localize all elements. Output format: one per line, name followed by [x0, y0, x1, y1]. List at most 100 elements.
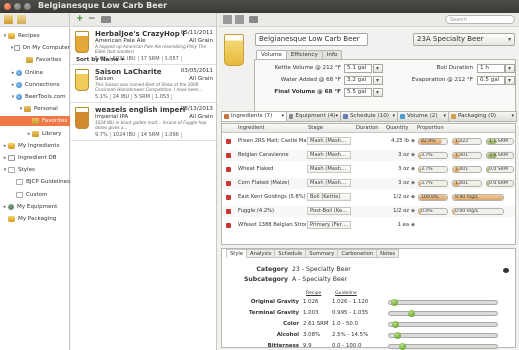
sidebar-item-connections[interactable]: ▸ Connections	[0, 80, 70, 90]
close-window-button[interactable]	[4, 3, 11, 10]
tab-schedule[interactable]: Schedule	[274, 249, 307, 258]
stage-select[interactable]: Post-Boil (Ke…	[307, 207, 351, 215]
sidebar-item-online[interactable]: ▸ Online	[0, 68, 70, 78]
sidebar-item-library[interactable]: ▸ Library	[0, 129, 70, 139]
quantity-stepper-icon[interactable]: ◆	[411, 152, 416, 158]
sidebar-item-favorites[interactable]: Favorites	[0, 116, 70, 127]
evaporation-unit-select[interactable]	[505, 76, 515, 85]
minimize-window-button[interactable]	[14, 3, 21, 10]
tab-summary[interactable]: Summary	[305, 249, 339, 258]
kettle-unit-select[interactable]	[373, 64, 383, 73]
remove-ingredient-icon[interactable]	[226, 167, 231, 172]
remove-ingredient-icon[interactable]	[226, 181, 231, 186]
tab-schedule[interactable]: Schedule (10) ▾	[340, 111, 398, 122]
sidebar-item-my-equipment[interactable]: ▸ My Equipment	[0, 202, 70, 212]
kettle-volume-input[interactable]: 5.1 gal	[344, 64, 372, 73]
tab-info[interactable]: Info	[321, 50, 343, 59]
dropdown-arrow-icon[interactable]: ▾	[281, 112, 284, 121]
ingredient-quantity[interactable]: 3 oz	[381, 180, 409, 186]
ingredient-quantity[interactable]: 1/2 oz	[381, 208, 409, 214]
recipe-list-item[interactable]: Saison LaCharite 03/05/2011 Saison All G…	[71, 65, 217, 103]
quantity-stepper-icon[interactable]: ◆	[411, 180, 416, 186]
sidebar-item-ingredient-db[interactable]: ▸ Ingredient DB	[0, 153, 70, 163]
tab-efficiency[interactable]: Efficiency	[285, 50, 323, 59]
remove-ingredient-icon[interactable]	[226, 153, 231, 158]
sidebar-item-my-ingredients[interactable]: ▸ My Ingredients	[0, 141, 70, 151]
table-row[interactable]: Belgian Caravienne Mash (Mash… 3 oz ◆ 3.7…	[222, 150, 515, 161]
remove-ingredient-icon[interactable]	[226, 223, 231, 228]
water-unit-select[interactable]	[373, 76, 383, 85]
dropdown-arrow-icon[interactable]: ▾	[511, 112, 514, 121]
dropdown-arrow-icon[interactable]: ▾	[392, 112, 395, 121]
add-recipe-icon[interactable]: +	[76, 15, 85, 24]
remove-ingredient-icon[interactable]	[226, 139, 231, 144]
sidebar-item-personal[interactable]: ▾ Personal	[0, 104, 70, 114]
evaporation-input[interactable]: 0.5 gal	[477, 76, 505, 85]
remove-recipe-icon[interactable]: −	[88, 15, 97, 24]
ingredient-quantity[interactable]: 3 oz	[381, 152, 409, 158]
recipe-list-item[interactable]: weasels english imperial… 08/13/2013 Imp…	[71, 103, 217, 141]
sidebar-item-styles[interactable]: ▾ Styles	[0, 165, 70, 175]
tab-notes[interactable]: Notes	[376, 249, 400, 258]
dropdown-arrow-icon[interactable]: ▾	[443, 112, 446, 121]
tab-carbonation[interactable]: Carbonation	[337, 249, 378, 258]
ingredient-quantity[interactable]: 4.25 lb	[381, 138, 409, 144]
dropdown-arrow-icon[interactable]: ▾	[335, 112, 338, 121]
sidebar-item-recipes[interactable]: ▾ Recipes	[0, 31, 70, 41]
table-row[interactable]: WYeast 1388 Belgian Stron… Primary (Fer……	[222, 220, 515, 231]
recipe-name-field[interactable]: Belgianesque Low Carb Beer	[255, 33, 368, 46]
style-select[interactable]: 23A Specialty Beer	[413, 33, 515, 46]
stage-select[interactable]: Mash (Mash…	[307, 165, 351, 173]
save-icon[interactable]	[223, 15, 232, 24]
print-recipe-icon[interactable]	[249, 16, 258, 23]
open-folder-icon[interactable]	[17, 15, 26, 24]
ingredient-quantity[interactable]: 1 ea	[381, 222, 409, 228]
tab-equipment[interactable]: Equipment (4) ▾	[286, 111, 341, 122]
quantity-stepper-icon[interactable]: ◆	[411, 138, 416, 144]
table-row[interactable]: Corn Flaked (Maize) Mash (Mash… 3 oz ◆ 3.…	[222, 178, 515, 189]
stage-select[interactable]: Mash (Mash…	[307, 179, 351, 187]
ingredient-quantity[interactable]: 3 oz	[381, 166, 409, 172]
table-row[interactable]: East Kent Goldings (5.8%) Boil (Kettle) …	[222, 192, 515, 203]
table-row[interactable]: Pilsen 2RS Malt; Castle Malt… Mash (Mash…	[222, 136, 515, 147]
sidebar-item-custom[interactable]: Custom	[0, 190, 70, 200]
boil-unit-select[interactable]	[505, 64, 515, 73]
col-duration[interactable]: Duration	[356, 125, 379, 131]
tab-packaging[interactable]: Packaging (0) ▾	[448, 111, 517, 122]
remove-ingredient-icon[interactable]	[226, 195, 231, 200]
stage-select[interactable]: Mash (Mash…	[307, 137, 351, 145]
save-as-icon[interactable]	[235, 15, 244, 24]
table-row[interactable]: Fuggle (4.2%) Post-Boil (Ke… 1/2 oz ◆ 0.0…	[222, 206, 515, 217]
sidebar-item-bjcp-guidelines[interactable]: BJCP Guidelines	[0, 177, 70, 187]
col-proportion[interactable]: Proportion	[417, 125, 444, 131]
ingredient-quantity[interactable]: 1/2 oz	[381, 194, 409, 200]
remove-ingredient-icon[interactable]	[226, 209, 231, 214]
tab-volume[interactable]: Volume (2) ▾	[397, 111, 449, 122]
sidebar-item-my-packaging[interactable]: My Packaging	[0, 214, 70, 224]
stage-select[interactable]: Boil (Kettle)	[307, 193, 351, 201]
search-input[interactable]: Search	[445, 15, 515, 24]
quantity-stepper-icon[interactable]: ◆	[411, 166, 416, 172]
eye-icon[interactable]	[503, 268, 509, 273]
col-quantity[interactable]: Quantity	[386, 125, 408, 131]
col-ingredient[interactable]: Ingredient	[238, 125, 265, 131]
print-icon[interactable]	[101, 16, 111, 23]
new-folder-icon[interactable]	[4, 15, 13, 24]
stage-select[interactable]: Primary (Fer…	[307, 221, 351, 229]
final-volume-input[interactable]: 5.5 gal	[344, 88, 372, 97]
sidebar-item-beertools-com[interactable]: ▾ BeerTools.com	[0, 92, 70, 102]
maximize-window-button[interactable]	[24, 3, 31, 10]
tab-ingredients[interactable]: Ingredients (7) ▾	[221, 111, 287, 122]
tab-volume[interactable]: Volume	[256, 50, 287, 59]
stage-select[interactable]: Mash (Mash…	[307, 151, 351, 159]
tab-style[interactable]: Style	[226, 249, 248, 258]
col-stage[interactable]: Stage	[308, 125, 323, 131]
quantity-stepper-icon[interactable]: ◆	[411, 222, 416, 228]
quantity-stepper-icon[interactable]: ◆	[411, 208, 416, 214]
sidebar-item-on-my-computer[interactable]: ▾ On My Computer	[0, 43, 70, 53]
quantity-stepper-icon[interactable]: ◆	[411, 194, 416, 200]
boil-duration-input[interactable]: 1 h	[477, 64, 505, 73]
sidebar-item-favorites[interactable]: Favorites	[0, 55, 70, 65]
final-unit-select[interactable]	[373, 88, 383, 97]
recipe-list-item[interactable]: HerbalJoe's CrazyHop P… 05/11/2011 Ameri…	[71, 27, 217, 65]
